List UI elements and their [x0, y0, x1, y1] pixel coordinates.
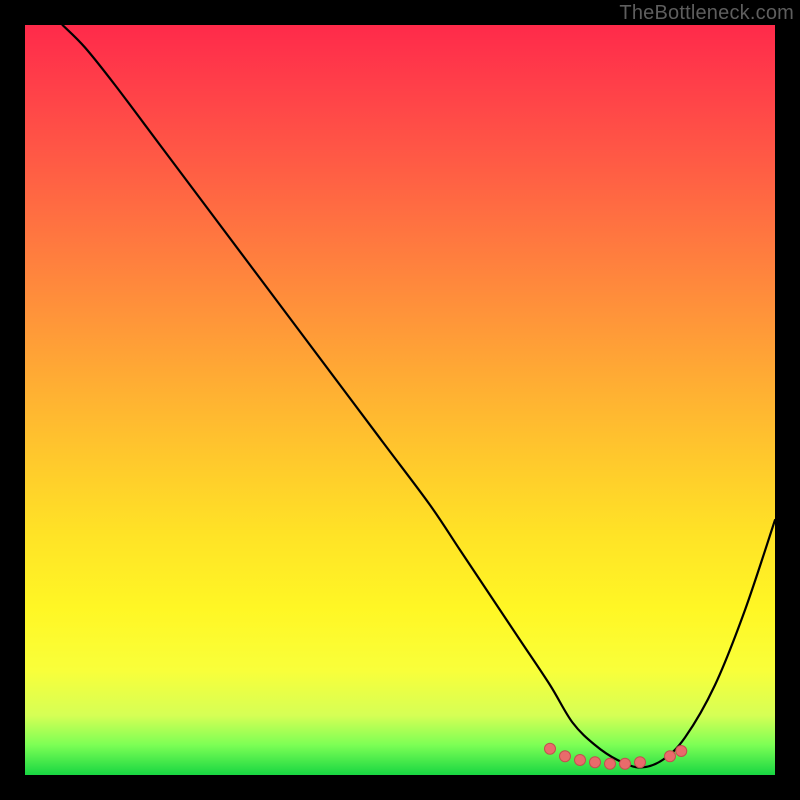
plot-svg: [25, 25, 775, 775]
trough-marker: [620, 758, 631, 769]
bottleneck-curve: [63, 25, 776, 768]
trough-marker: [575, 755, 586, 766]
trough-markers: [545, 743, 687, 769]
trough-marker: [545, 743, 556, 754]
trough-marker: [676, 746, 687, 757]
plot-area: [25, 25, 775, 775]
trough-marker: [560, 751, 571, 762]
trough-marker: [605, 758, 616, 769]
trough-marker: [635, 757, 646, 768]
watermark-text: TheBottleneck.com: [619, 2, 794, 25]
chart-frame: TheBottleneck.com: [0, 0, 800, 800]
trough-marker: [665, 751, 676, 762]
trough-marker: [590, 757, 601, 768]
